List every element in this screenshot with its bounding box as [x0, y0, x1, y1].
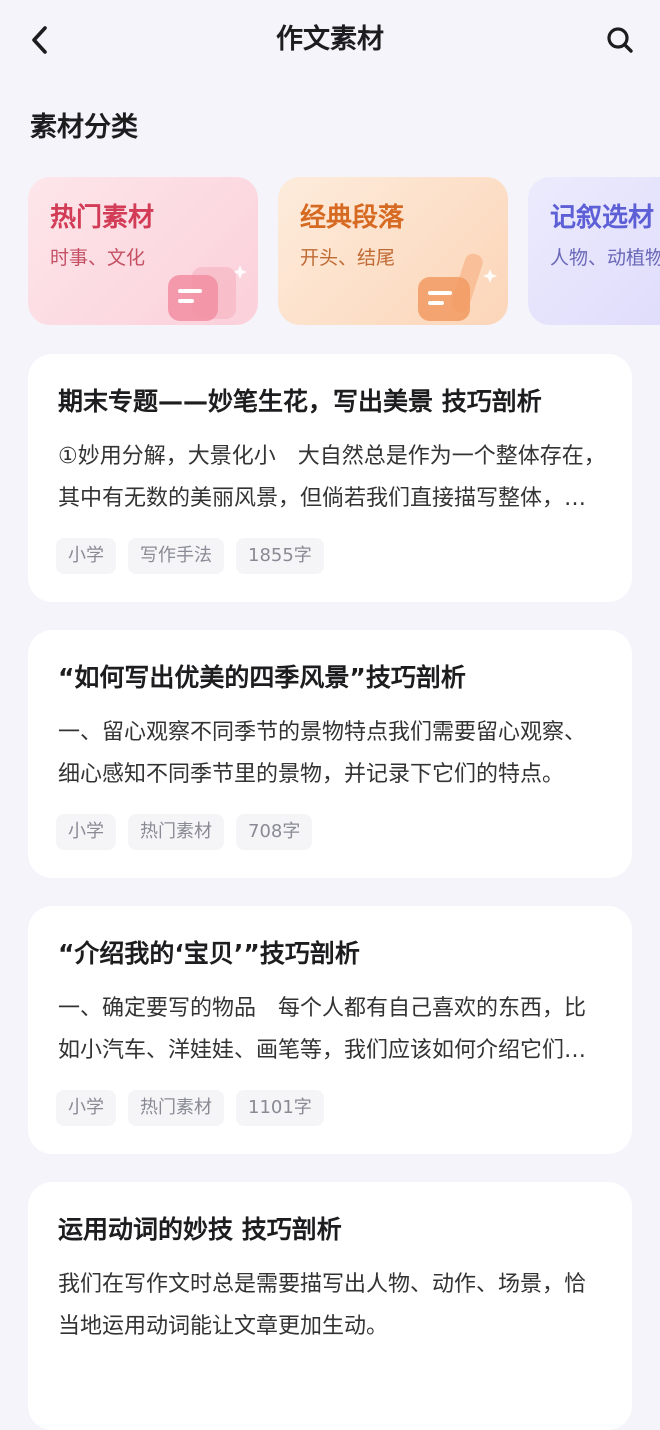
article-title: 期末专题——妙笔生花，写出美景 技巧剖析: [58, 387, 542, 416]
category-subtitle: 时事、文化: [50, 247, 146, 269]
tag-category: 热门素材: [128, 1090, 224, 1126]
tag-grade: 小学: [56, 1090, 116, 1126]
article-tags: 小学 写作手法 1855字: [56, 538, 324, 574]
category-card-narrative[interactable]: 记叙选材 人物、动植物: [528, 177, 660, 325]
article-tags: 小学 热门素材 1101字: [56, 1090, 324, 1126]
tag-grade: 小学: [56, 814, 116, 850]
article-card[interactable]: 运用动词的妙技 技巧剖析 我们在写作文时总是需要描写出人物、动作、场景，恰当地运…: [28, 1182, 632, 1430]
category-title: 热门素材: [50, 203, 155, 233]
section-title: 素材分类: [30, 112, 138, 143]
tag-word-count: 1855字: [236, 538, 324, 574]
category-subtitle: 开头、结尾: [300, 247, 396, 269]
search-icon: [607, 27, 633, 53]
tag-word-count: 708字: [236, 814, 313, 850]
tag-grade: 小学: [56, 538, 116, 574]
article-excerpt: 我们在写作文时总是需要描写出人物、动作、场景，恰当地运用动词能让文章更加生动。: [58, 1272, 587, 1339]
page-title: 作文素材: [276, 24, 384, 55]
article-title: “介绍我的‘宝贝’”技巧剖析: [58, 939, 360, 968]
tag-category: 写作手法: [128, 538, 224, 574]
article-title: “如何写出优美的四季风景”技巧剖析: [58, 663, 466, 692]
article-card[interactable]: “如何写出优美的四季风景”技巧剖析 一、留心观察不同季节的景物特点我们需要留心观…: [28, 630, 632, 878]
category-title: 经典段落: [300, 203, 405, 233]
article-excerpt: 一、确定要写的物品 每个人都有自己喜欢的东西，比如小汽车、洋娃娃、画笔等，我们应…: [58, 996, 587, 1063]
tag-word-count: 1101字: [236, 1090, 324, 1126]
article-card[interactable]: “介绍我的‘宝贝’”技巧剖析 一、确定要写的物品 每个人都有自己喜欢的东西，比如…: [28, 906, 632, 1154]
category-card-hot[interactable]: 热门素材 时事、文化: [28, 177, 258, 325]
notes-icon: [168, 265, 247, 321]
category-title: 记叙选材: [550, 203, 655, 233]
article-tags: 小学 热门素材 708字: [56, 814, 313, 850]
article-excerpt: 一、留心观察不同季节的景物特点我们需要留心观察、细心感知不同季节里的景物，并记录…: [58, 720, 587, 787]
top-bar: 作文素材: [0, 0, 660, 80]
search-button[interactable]: [600, 20, 640, 60]
article-title: 运用动词的妙技 技巧剖析: [58, 1215, 342, 1244]
category-card-classic[interactable]: 经典段落 开头、结尾: [278, 177, 508, 325]
notes-pen-icon: [418, 253, 497, 321]
category-subtitle: 人物、动植物: [550, 247, 660, 269]
article-card[interactable]: 期末专题——妙笔生花，写出美景 技巧剖析 ①妙用分解，大景化小 大自然总是作为一…: [28, 354, 632, 602]
tag-category: 热门素材: [128, 814, 224, 850]
article-excerpt: ①妙用分解，大景化小 大自然总是作为一个整体存在，其中有无数的美丽风景，但倘若我…: [58, 444, 606, 511]
category-carousel[interactable]: 热门素材 时事、文化 经典段落 开头、结尾 记叙选材 人物、动植物: [28, 177, 660, 327]
